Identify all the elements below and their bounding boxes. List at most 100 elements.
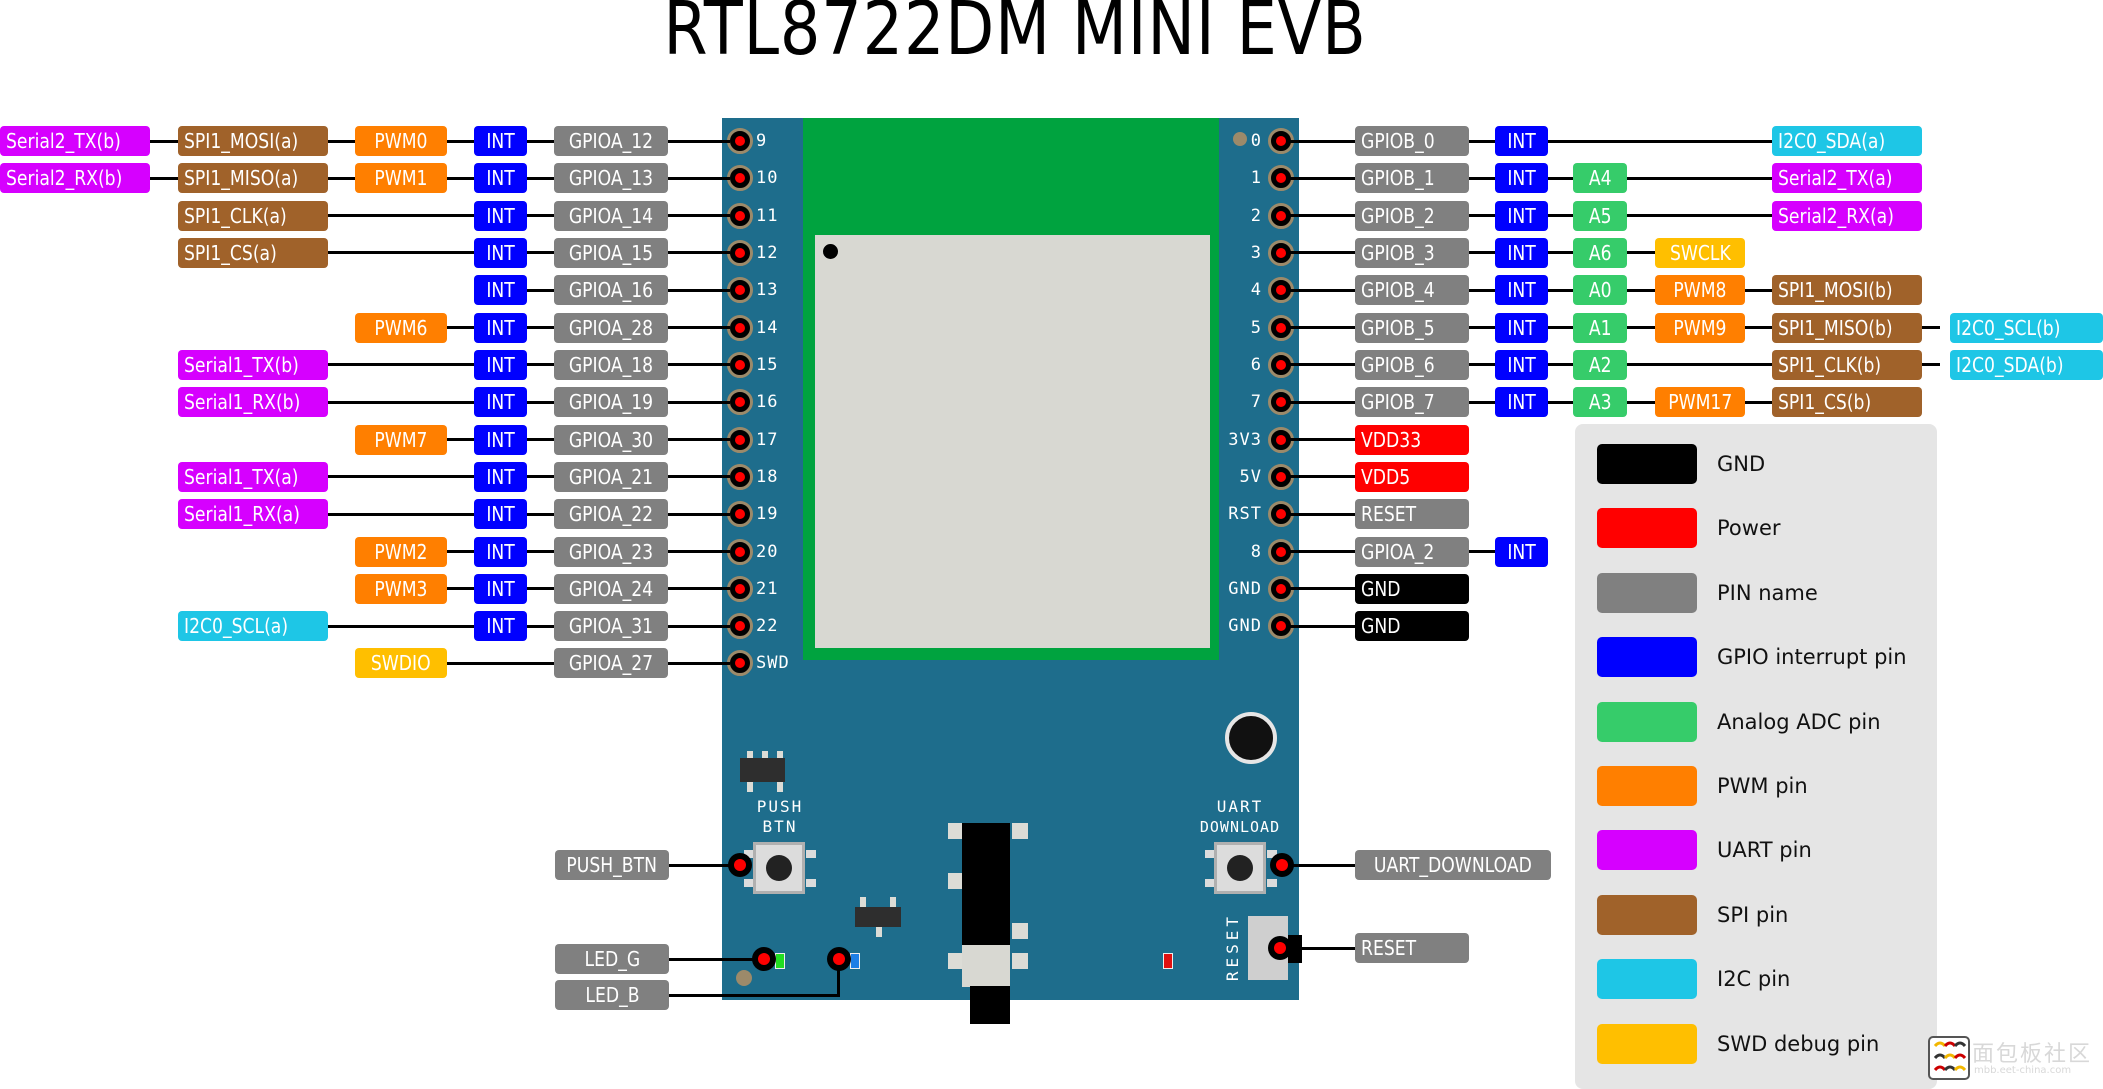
pin-name-tag[interactable]: GPIOB_3 <box>1355 237 1469 268</box>
pin-name-tag[interactable]: GPIOB_0 <box>1355 126 1469 156</box>
int-tag[interactable]: INT <box>1495 349 1548 380</box>
pin-name-tag[interactable]: VDD33 <box>1355 424 1469 455</box>
pwm-tag[interactable]: PWM6 <box>355 312 447 343</box>
pwm-tag[interactable]: PWM2 <box>355 536 447 567</box>
pwm-tag[interactable]: PWM9 <box>1655 312 1745 343</box>
legend-swatch <box>1597 637 1697 678</box>
int-tag[interactable]: INT <box>474 126 527 156</box>
int-tag[interactable]: INT <box>474 200 527 231</box>
reset-silk: RESET <box>1223 912 1242 982</box>
pin-name-tag[interactable]: GPIOB_6 <box>1355 349 1469 380</box>
int-tag[interactable]: INT <box>474 424 527 455</box>
uart-tag[interactable]: Serial1_TX(a) <box>178 461 328 492</box>
adc-tag[interactable]: A0 <box>1573 275 1627 306</box>
pin-name-tag[interactable]: GPIOA_15 <box>554 237 668 268</box>
int-tag[interactable]: INT <box>474 349 527 380</box>
pin-name-tag[interactable]: GPIOA_31 <box>554 611 668 642</box>
i2c-tag[interactable]: I2C0_SDA(b) <box>1950 349 2103 380</box>
spi-tag[interactable]: SPI1_MOSI(a) <box>178 126 328 156</box>
int-tag[interactable]: INT <box>474 312 527 343</box>
adc-tag[interactable]: A2 <box>1573 349 1627 380</box>
int-tag[interactable]: INT <box>474 387 527 418</box>
pin-name-tag-text: GND <box>1361 614 1401 639</box>
int-tag-text: INT <box>1507 203 1536 228</box>
adc-tag[interactable]: A1 <box>1573 312 1627 343</box>
adc-tag[interactable]: A3 <box>1573 387 1627 418</box>
pin-name-tag[interactable]: GPIOB_5 <box>1355 312 1469 343</box>
button-cap-icon <box>1227 855 1253 881</box>
int-tag[interactable]: INT <box>1495 163 1548 194</box>
int-tag[interactable]: INT <box>1495 200 1548 231</box>
pin-name-tag[interactable]: GND <box>1355 611 1469 642</box>
spi-tag[interactable]: SPI1_MOSI(b) <box>1772 275 1922 306</box>
int-tag[interactable]: INT <box>1495 312 1548 343</box>
pin-name-tag[interactable]: GPIOB_4 <box>1355 275 1469 306</box>
uart-tag[interactable]: Serial1_RX(a) <box>178 499 328 530</box>
i2c-tag[interactable]: I2C0_SCL(a) <box>178 611 328 642</box>
pwm-tag[interactable]: PWM1 <box>355 163 447 194</box>
pin-name-tag[interactable]: GPIOB_1 <box>1355 163 1469 194</box>
int-tag[interactable]: INT <box>1495 536 1548 567</box>
pin-name-tag[interactable]: RESET <box>1355 499 1469 530</box>
uart-tag[interactable]: Serial1_TX(b) <box>178 349 328 380</box>
adc-tag[interactable]: A5 <box>1573 200 1627 231</box>
watermark-url: mbb.eet-china.com <box>1974 1065 2072 1076</box>
int-tag[interactable]: INT <box>1495 126 1548 156</box>
i2c-tag[interactable]: I2C0_SDA(a) <box>1772 126 1922 156</box>
int-tag[interactable]: INT <box>474 461 527 492</box>
uart-tag[interactable]: Serial2_RX(b) <box>0 163 150 194</box>
int-tag[interactable]: INT <box>474 275 527 306</box>
spi-tag[interactable]: SPI1_CLK(b) <box>1772 349 1922 380</box>
int-tag[interactable]: INT <box>474 237 527 268</box>
swd-tag[interactable]: SWDIO <box>355 648 447 679</box>
i2c-tag[interactable]: I2C0_SCL(b) <box>1950 312 2103 343</box>
pwm-tag[interactable]: PWM8 <box>1655 275 1745 306</box>
int-tag[interactable]: INT <box>474 499 527 530</box>
spi-tag[interactable]: SPI1_CS(b) <box>1772 387 1922 418</box>
int-tag[interactable]: INT <box>474 573 527 604</box>
int-tag[interactable]: INT <box>474 163 527 194</box>
pin-name-tag[interactable]: GPIOA_28 <box>554 312 668 343</box>
pin-name-tag[interactable]: GPIOA_2 <box>1355 536 1469 567</box>
pin-name-tag[interactable]: GPIOA_22 <box>554 499 668 530</box>
pin-name-tag[interactable]: GPIOA_14 <box>554 200 668 231</box>
pwm-tag[interactable]: PWM17 <box>1655 387 1745 418</box>
swd-tag[interactable]: SWCLK <box>1655 237 1745 268</box>
pin-name-tag[interactable]: GPIOA_12 <box>554 126 668 156</box>
uart-tag[interactable]: Serial2_RX(a) <box>1772 200 1922 231</box>
pin-name-tag[interactable]: GPIOA_19 <box>554 387 668 418</box>
pin-name-tag[interactable]: GPIOA_18 <box>554 349 668 380</box>
int-tag-text: INT <box>486 464 515 489</box>
pin-name-tag[interactable]: GPIOB_2 <box>1355 200 1469 231</box>
pin-name-tag[interactable]: GPIOA_13 <box>554 163 668 194</box>
pin-name-tag[interactable]: GPIOA_27 <box>554 648 668 679</box>
pin-name-tag[interactable]: GPIOA_23 <box>554 536 668 567</box>
spi-tag[interactable]: SPI1_CLK(a) <box>178 200 328 231</box>
spi-tag[interactable]: SPI1_CS(a) <box>178 237 328 268</box>
int-tag[interactable]: INT <box>474 611 527 642</box>
spi-tag[interactable]: SPI1_MISO(b) <box>1772 312 1922 343</box>
pin-name-tag[interactable]: GPIOA_24 <box>554 573 668 604</box>
int-tag[interactable]: INT <box>1495 275 1548 306</box>
pwm-tag[interactable]: PWM3 <box>355 573 447 604</box>
pin-name-tag[interactable]: GPIOB_7 <box>1355 387 1469 418</box>
uart-tag[interactable]: Serial1_RX(b) <box>178 387 328 418</box>
int-tag-text: INT <box>1507 352 1536 377</box>
pin-name-tag[interactable]: VDD5 <box>1355 461 1469 492</box>
int-tag[interactable]: INT <box>1495 387 1548 418</box>
pin-name-tag[interactable]: GPIOA_16 <box>554 275 668 306</box>
pin-name-tag[interactable]: GPIOA_30 <box>554 424 668 455</box>
uart-tag[interactable]: Serial2_TX(a) <box>1772 163 1922 194</box>
header-pin-left <box>727 202 753 229</box>
pin-name-tag[interactable]: GPIOA_21 <box>554 461 668 492</box>
uart-tag-text: Serial1_TX(b) <box>184 352 299 377</box>
adc-tag[interactable]: A4 <box>1573 163 1627 194</box>
pin-name-tag[interactable]: GND <box>1355 573 1469 604</box>
pwm-tag[interactable]: PWM7 <box>355 424 447 455</box>
uart-tag[interactable]: Serial2_TX(b) <box>0 126 150 156</box>
spi-tag[interactable]: SPI1_MISO(a) <box>178 163 328 194</box>
int-tag[interactable]: INT <box>1495 237 1548 268</box>
adc-tag[interactable]: A6 <box>1573 237 1627 268</box>
int-tag[interactable]: INT <box>474 536 527 567</box>
pwm-tag[interactable]: PWM0 <box>355 126 447 156</box>
